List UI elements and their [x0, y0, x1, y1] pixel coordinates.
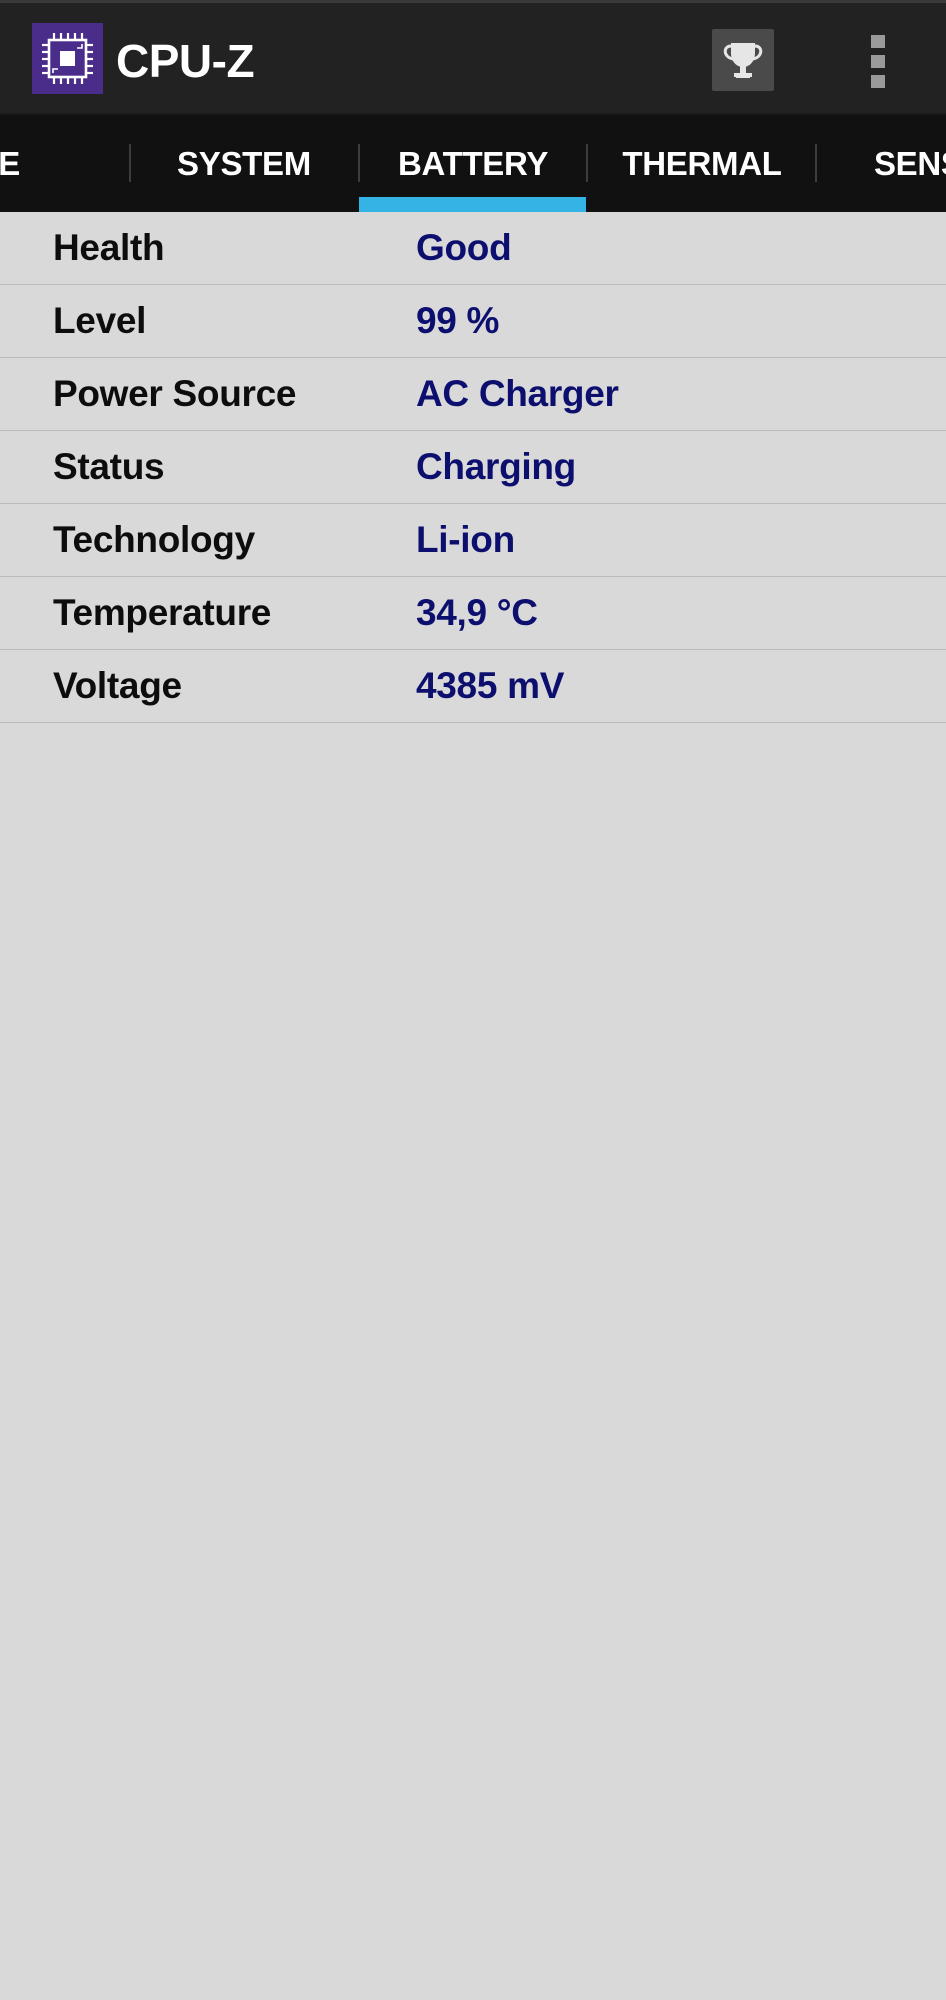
row-value: AC Charger: [416, 373, 619, 414]
tab-device[interactable]: VICE: [0, 115, 96, 212]
more-vertical-icon-dot: [871, 75, 885, 88]
battery-row-power-source: Power Source AC Charger: [0, 358, 946, 431]
row-value: 34,9 °C: [416, 592, 538, 633]
tab-system[interactable]: SYSTEM: [130, 115, 358, 212]
more-vertical-icon-dot: [871, 55, 885, 68]
battery-row-voltage: Voltage 4385 mV: [0, 650, 946, 723]
overflow-menu-button[interactable]: [856, 31, 900, 91]
trophy-icon: [723, 43, 763, 78]
more-vertical-icon: [871, 35, 885, 48]
battery-row-status: Status Charging: [0, 431, 946, 504]
app-bar: CPU-Z: [0, 0, 946, 115]
row-label: Technology: [53, 519, 255, 560]
tab-thermal[interactable]: THERMAL: [588, 115, 816, 212]
battery-row-level: Level 99 %: [0, 285, 946, 358]
row-value: Li-ion: [416, 519, 515, 560]
trophy-button[interactable]: [712, 29, 774, 91]
row-label: Temperature: [53, 592, 272, 633]
row-value: Charging: [416, 446, 576, 487]
row-label: Status: [53, 446, 165, 487]
row-label: Health: [53, 227, 165, 268]
row-label: Power Source: [53, 373, 297, 414]
active-tab-indicator: [359, 197, 586, 212]
row-value: Good: [416, 227, 512, 268]
battery-row-technology: Technology Li-ion: [0, 504, 946, 577]
row-label: Level: [53, 300, 147, 341]
row-value: 99 %: [416, 300, 500, 341]
tab-bar: VICE SYSTEM BATTERY THERMAL SENSO: [0, 115, 946, 212]
row-value: 4385 mV: [416, 665, 565, 706]
tab-sensors[interactable]: SENSO: [817, 115, 946, 212]
battery-info-list: Health Good Level 99 % Power Source AC C…: [0, 212, 946, 723]
cpu-chip-logo-icon: [32, 23, 103, 94]
battery-row-temperature: Temperature 34,9 °C: [0, 577, 946, 650]
app-title: CPU-Z: [116, 35, 255, 87]
row-label: Voltage: [53, 665, 182, 706]
battery-row-health: Health Good: [0, 212, 946, 285]
